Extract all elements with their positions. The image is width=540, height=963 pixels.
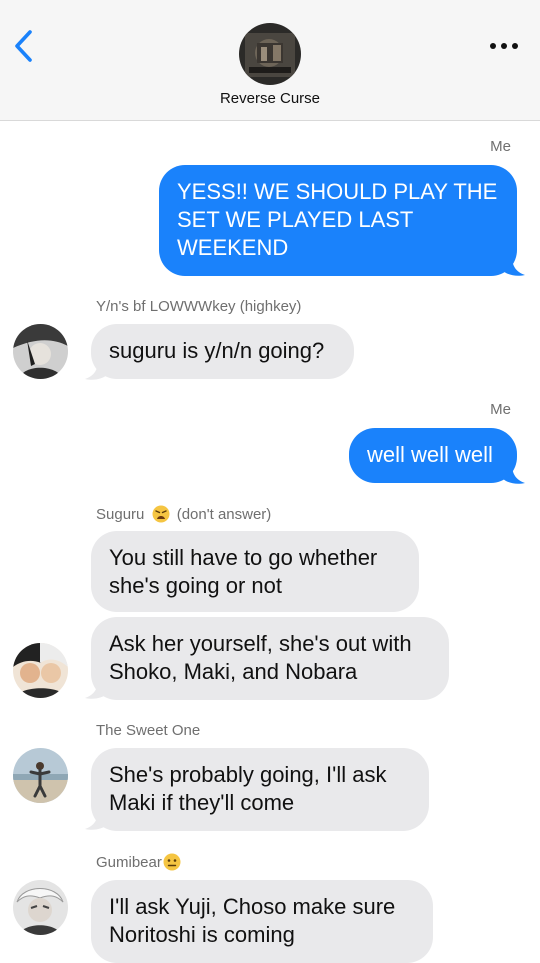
sender-label: Y/n's bf LOWWWkey (highkey) <box>96 298 302 315</box>
group-name[interactable]: Reverse Curse <box>0 90 540 107</box>
outgoing-message-bubble[interactable]: YESS!! WE SHOULD PLAY THE SET WE PLAYED … <box>159 165 517 276</box>
bubble-tail <box>85 679 108 699</box>
neutral-face-emoji <box>163 853 181 871</box>
avatar[interactable] <box>13 880 68 935</box>
chat-header: Reverse Curse <box>0 0 540 121</box>
bubble-tail <box>502 256 525 276</box>
more-options-button[interactable] <box>484 30 524 60</box>
bubble-tail <box>85 360 108 380</box>
incoming-message-bubble[interactable]: Ask her yourself, she's out with Shoko, … <box>91 617 449 700</box>
bubble-tail <box>85 810 108 830</box>
avatar[interactable] <box>13 643 68 698</box>
avatar[interactable] <box>13 324 68 379</box>
incoming-message-bubble[interactable]: You still have to go whether she's going… <box>91 531 419 612</box>
incoming-message-bubble[interactable]: She's probably going, I'll ask Maki if t… <box>91 748 429 831</box>
incoming-message-bubble[interactable]: suguru is y/n/n going? <box>91 324 354 379</box>
sender-label: Gumibear <box>96 853 184 871</box>
sender-label: Suguru (don't answer) <box>96 505 271 523</box>
outgoing-message-bubble[interactable]: well well well <box>349 428 517 483</box>
avatar[interactable] <box>13 748 68 803</box>
back-button[interactable] <box>6 26 42 66</box>
ellipsis-icon <box>490 43 518 49</box>
sender-name: Suguru <box>96 506 145 523</box>
sender-label: Me <box>490 401 511 418</box>
sender-name: Gumibear <box>96 854 162 871</box>
weary-face-emoji <box>152 505 170 523</box>
incoming-message-bubble[interactable]: I'll ask Yuji, Choso make sure Noritoshi… <box>91 880 433 963</box>
sender-label: Me <box>490 138 511 155</box>
chevron-left-icon <box>15 30 32 62</box>
group-avatar[interactable] <box>239 23 301 85</box>
sender-suffix: (don't answer) <box>176 506 272 523</box>
sender-label: The Sweet One <box>96 722 201 739</box>
bubble-tail <box>502 464 525 484</box>
